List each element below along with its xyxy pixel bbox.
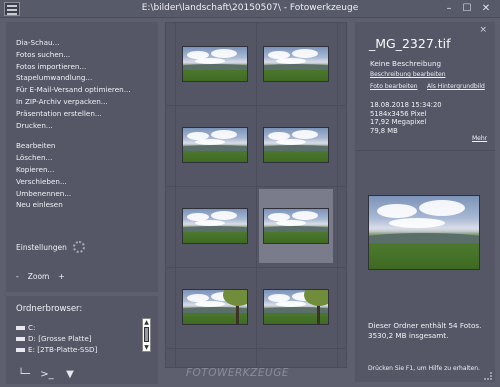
menu-item-copy[interactable]: Kopieren... (16, 164, 131, 176)
thumbnail-image (263, 208, 329, 244)
folder-browser-title: Ordnerbrowser: (16, 304, 83, 314)
brand-watermark: FOTOWERKZEUGE (186, 367, 289, 379)
thumbnail-cell[interactable] (178, 270, 252, 344)
meta-pixels: 5184x3456 Pixel (370, 109, 427, 118)
folder-info-count: Dieser Ordner enthält 54 Fotos. (368, 321, 482, 330)
menu-item-search-photos[interactable]: Fotos suchen... (16, 49, 131, 61)
minimize-icon[interactable]: – (442, 2, 456, 16)
menu-item-email-optimize[interactable]: Für E-Mail-Versand optimieren... (16, 84, 131, 96)
thumbnail-image (263, 127, 329, 163)
grid-line (166, 267, 346, 268)
zoom-control: - Zoom + (16, 272, 74, 281)
close-panel-icon[interactable]: × (479, 25, 487, 35)
menu-item-presentation[interactable]: Präsentation erstellen... (16, 108, 131, 120)
menu-item-reload[interactable]: Neu einlesen (16, 199, 131, 211)
grid-line (166, 105, 346, 106)
zoom-label: Zoom (27, 272, 50, 281)
gear-icon[interactable] (73, 241, 85, 253)
thumbnail-image (182, 208, 248, 244)
menu-item-slideshow[interactable]: Dia-Schau... (16, 37, 131, 49)
meta-megapixel: 17,92 Megapixel (370, 118, 427, 127)
menu-item-rename[interactable]: Umbenennen... (16, 188, 131, 200)
drive-item-d[interactable]: D: [Grosse Platte] (16, 333, 138, 344)
set-wallpaper-link[interactable]: Als Hintergrundbild (427, 83, 485, 90)
preview-image (368, 195, 480, 270)
grid-line (175, 23, 176, 367)
console-icon[interactable]: >_ (39, 368, 55, 382)
zoom-out-button[interactable]: - (16, 272, 19, 281)
menu-item-import-photos[interactable]: Fotos importieren... (16, 61, 131, 73)
menu-item-zip[interactable]: In ZIP-Archiv verpacken... (16, 96, 131, 108)
drive-item-c[interactable]: C: (16, 322, 138, 333)
thumbnail-image (182, 127, 248, 163)
more-link[interactable]: Mehr (472, 135, 487, 142)
browser-toolbar: └─ >_ ▼ (16, 362, 85, 382)
edit-photo-link[interactable]: Foto bearbeiten (370, 83, 418, 90)
photo-preview (368, 195, 480, 270)
details-panel: × _MG_2327.tif Keine Beschreibung Beschr… (355, 22, 495, 382)
grid-line (166, 348, 346, 349)
drive-item-e[interactable]: E: [2TB-Platte-SSD] (16, 344, 138, 355)
grid-line (256, 23, 257, 367)
edit-description-link[interactable]: Beschreibung bearbeiten (370, 71, 446, 78)
thumbnail-cell[interactable] (259, 108, 333, 182)
menu-item-batch-convert[interactable]: Stapelumwandlung... (16, 72, 131, 84)
tree-icon[interactable]: └─ (16, 368, 32, 382)
maximize-icon[interactable]: ☐ (460, 2, 474, 16)
thumbnail-cell[interactable] (259, 189, 333, 263)
scroll-up-icon[interactable]: ▲ (143, 319, 150, 326)
drive-label: C: (28, 323, 36, 332)
filter-icon[interactable]: ▼ (62, 368, 78, 382)
drive-icon (16, 337, 25, 341)
scroll-down-icon[interactable]: ▼ (143, 344, 150, 351)
thumbnail-image (263, 289, 329, 325)
meta-date: 18.08.2018 15:34:20 (370, 101, 442, 109)
thumbnail-cell[interactable] (178, 27, 252, 101)
thumbnail-cell[interactable] (178, 108, 252, 182)
help-hint: Drücken Sie F1, um Hilfe zu erhalten. (368, 365, 480, 372)
thumbnail-cell[interactable] (259, 27, 333, 101)
drive-icon (16, 326, 25, 330)
drive-list-scrollbar[interactable]: ▲ ▼ (142, 318, 151, 352)
actions-panel: Dia-Schau... Fotos suchen... Fotos impor… (6, 22, 158, 292)
menu-item-print[interactable]: Drucken... (16, 120, 131, 132)
thumbnail-cell[interactable] (178, 189, 252, 263)
resize-grip-icon[interactable] (484, 372, 492, 380)
file-metadata: 18.08.2018 15:34:20 5184x3456 Pixel 17,9… (370, 101, 442, 135)
folder-info: Dieser Ordner enthält 54 Fotos. 3530,2 M… (368, 321, 481, 341)
window-title: E:\bilder\landschaft\20150507\ - Fotower… (141, 3, 359, 13)
drive-label: D: [Grosse Platte] (28, 334, 92, 343)
drive-icon (16, 348, 25, 352)
drive-list: C: D: [Grosse Platte] E: [2TB-Platte-SSD… (16, 322, 138, 355)
grid-line (337, 23, 338, 367)
file-description: Keine Beschreibung (370, 59, 442, 68)
thumbnail-image (182, 289, 248, 325)
title-bar: E:\bilder\landschaft\20150507\ - Fotower… (0, 0, 500, 18)
folder-browser: Ordnerbrowser: C: D: [Grosse Platte] E: … (6, 296, 158, 384)
close-icon[interactable]: ✕ (479, 2, 493, 16)
thumbnail-image (263, 46, 329, 82)
file-name: _MG_2327.tif (369, 36, 451, 51)
drive-label: E: [2TB-Platte-SSD] (28, 345, 98, 354)
menu-item-move[interactable]: Verschieben... (16, 176, 131, 188)
thumbnail-image (182, 46, 248, 82)
menu-item-edit[interactable]: Bearbeiten (16, 140, 131, 152)
scrollbar-thumb[interactable] (144, 327, 149, 342)
zoom-in-button[interactable]: + (58, 272, 64, 281)
meta-size: 79,8 MB (370, 126, 398, 135)
thumbnail-cell[interactable] (259, 270, 333, 344)
actions-menu: Dia-Schau... Fotos suchen... Fotos impor… (16, 37, 131, 211)
divider (355, 150, 495, 151)
menu-item-delete[interactable]: Löschen... (16, 152, 131, 164)
folder-info-size: 3530,2 MB insgesamt. (368, 331, 449, 340)
settings-link[interactable]: Einstellungen (16, 243, 67, 252)
thumbnail-grid (165, 22, 347, 368)
grid-line (166, 186, 346, 187)
